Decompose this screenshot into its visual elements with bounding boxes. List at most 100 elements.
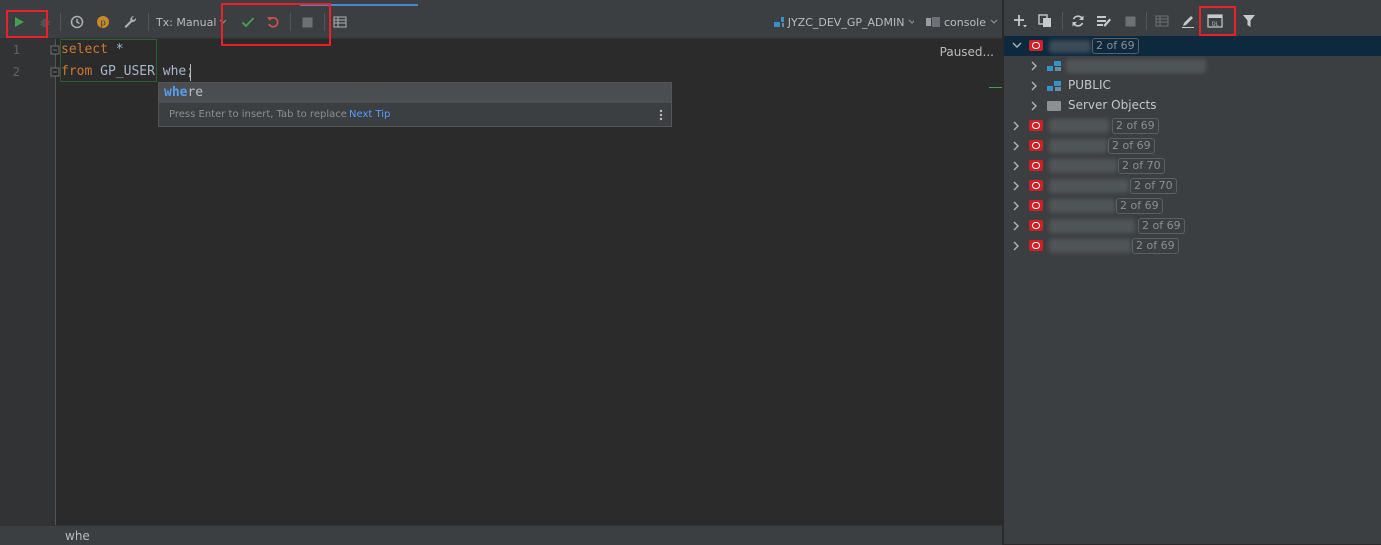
redacted-name (1049, 40, 1091, 53)
oracle-icon (1029, 160, 1043, 171)
stop-icon (1125, 16, 1135, 26)
settings-button[interactable] (118, 6, 142, 38)
copy-button[interactable] (1034, 6, 1056, 36)
oracle-icon (1029, 200, 1043, 211)
edit-button[interactable] (1177, 6, 1199, 36)
oracle-icon (1029, 40, 1043, 51)
schema-count-badge: 2 of 69 (1138, 218, 1185, 234)
redacted-name (1049, 159, 1117, 173)
toolbar-separator (1146, 12, 1147, 30)
chevron-right-icon[interactable] (1013, 221, 1021, 231)
redacted-name (1066, 59, 1206, 73)
schema-count-badge: 2 of 70 (1130, 178, 1177, 194)
tree-node-datasource[interactable]: 2 of 70 (1004, 176, 1381, 196)
fold-marker-icon[interactable] (50, 45, 60, 55)
redacted-name (1049, 179, 1129, 193)
line-gutter: 1 2 (0, 39, 56, 525)
chevron-right-icon[interactable] (1013, 241, 1021, 251)
chevron-right-icon[interactable] (1031, 81, 1039, 91)
chevron-down-icon (990, 19, 998, 24)
toolbar-separator (148, 13, 149, 31)
completion-item[interactable]: where (159, 83, 671, 103)
chevron-right-icon[interactable] (1013, 201, 1021, 211)
table-view-button[interactable] (1151, 6, 1173, 36)
p-circle-icon: p (97, 16, 109, 29)
tx-mode-label: Tx: Manual (156, 15, 217, 29)
schema-settings-button[interactable] (1093, 6, 1115, 36)
oracle-icon (1029, 220, 1043, 231)
schema-count-badge: 2 of 69 (1112, 118, 1159, 134)
tree-node-datasource[interactable]: 2 of 69 (1004, 236, 1381, 256)
chevron-right-icon[interactable] (1013, 141, 1021, 151)
tree-node-datasource[interactable]: 2 of 69 (1004, 136, 1381, 156)
oracle-icon (1029, 140, 1043, 151)
completion-hint: Press Enter to insert, Tab to replace (169, 109, 347, 120)
tree-node-schema[interactable] (1004, 56, 1381, 76)
redacted-name (1049, 219, 1135, 233)
more-options-icon[interactable] (659, 109, 663, 121)
tree-node-datasource[interactable]: 2 of 70 (1004, 156, 1381, 176)
highlight-box (221, 3, 331, 46)
svg-text:p: p (100, 19, 106, 29)
filter-button[interactable] (1238, 6, 1260, 36)
tree-node-public[interactable]: PUBLIC (1004, 76, 1381, 96)
schema-count-badge: 2 of 69 (1092, 38, 1139, 54)
explain-plan-button[interactable]: p (92, 6, 114, 38)
code-line-1[interactable]: select * (61, 42, 124, 57)
tree-node-datasource[interactable]: 2 of 69 (1004, 216, 1381, 236)
oracle-icon (1029, 120, 1043, 131)
refresh-button[interactable] (1067, 6, 1089, 36)
tree-node-datasource[interactable]: 2 of 69 (1004, 36, 1381, 56)
console-selector[interactable]: console (926, 6, 998, 38)
refresh-icon (1072, 15, 1084, 27)
plus-icon (1014, 15, 1027, 28)
table-icon (1155, 15, 1169, 27)
chevron-down-icon[interactable] (1012, 42, 1022, 50)
sql-keyword: from (61, 64, 93, 79)
add-button[interactable] (1010, 6, 1030, 36)
line-number: 2 (12, 65, 20, 79)
line-number: 1 (12, 43, 20, 57)
sql-keyword: select (61, 42, 108, 57)
db-settings-icon (1097, 16, 1111, 27)
console-label: console (943, 15, 987, 29)
tree-node-label: PUBLIC (1068, 78, 1111, 92)
chevron-right-icon[interactable] (1013, 161, 1021, 171)
schema-count-badge: 2 of 69 (1108, 138, 1155, 154)
toolbar-separator (60, 13, 61, 31)
datasource-selector[interactable]: JYZC_DEV_GP_ADMIN (774, 6, 914, 38)
oracle-icon (1029, 240, 1043, 251)
chevron-right-icon[interactable] (1013, 181, 1021, 191)
completion-popup: where Press Enter to insert, Tab to repl… (158, 82, 672, 127)
fold-marker-icon[interactable] (50, 67, 60, 77)
output-layout-button[interactable] (329, 6, 351, 38)
tree-node-datasource[interactable]: 2 of 69 (1004, 196, 1381, 216)
pencil-icon (1182, 16, 1194, 28)
scrollbar-marker (989, 87, 1002, 88)
datasource-label: JYZC_DEV_GP_ADMIN (787, 15, 905, 29)
explorer-tree: 2 of 69 PUBLIC Server Objects 2 of 69 2 … (1004, 36, 1381, 256)
chevron-right-icon[interactable] (1031, 61, 1039, 71)
code-text: GP_USER whe; (92, 64, 195, 79)
chevron-right-icon[interactable] (1031, 101, 1039, 111)
status-bar: whe (0, 525, 1002, 545)
completion-rest: re (187, 85, 204, 100)
table-icon (333, 16, 347, 28)
redacted-name (1049, 199, 1115, 213)
code-line-2[interactable]: from GP_USER whe; (61, 64, 194, 79)
next-tip-link[interactable]: Next Tip (349, 109, 390, 120)
schema-count-badge: 2 of 70 (1118, 158, 1165, 174)
chevron-right-icon[interactable] (1013, 121, 1021, 131)
tree-node-server-objects[interactable]: Server Objects (1004, 96, 1381, 116)
highlight-box (6, 10, 48, 38)
redacted-name (1049, 119, 1109, 133)
filter-icon (1243, 15, 1255, 27)
stop-button[interactable] (1119, 6, 1141, 36)
console-icon (926, 17, 940, 27)
database-explorer: QL 2 of 69 PUBLIC Server Objects 2 of 69… (1003, 0, 1381, 544)
history-button[interactable] (66, 6, 88, 38)
tree-node-datasource[interactable]: 2 of 69 (1004, 116, 1381, 136)
highlight-box (1199, 6, 1236, 36)
oracle-icon (1029, 180, 1043, 191)
tx-mode-dropdown[interactable]: Tx: Manual (156, 6, 230, 38)
